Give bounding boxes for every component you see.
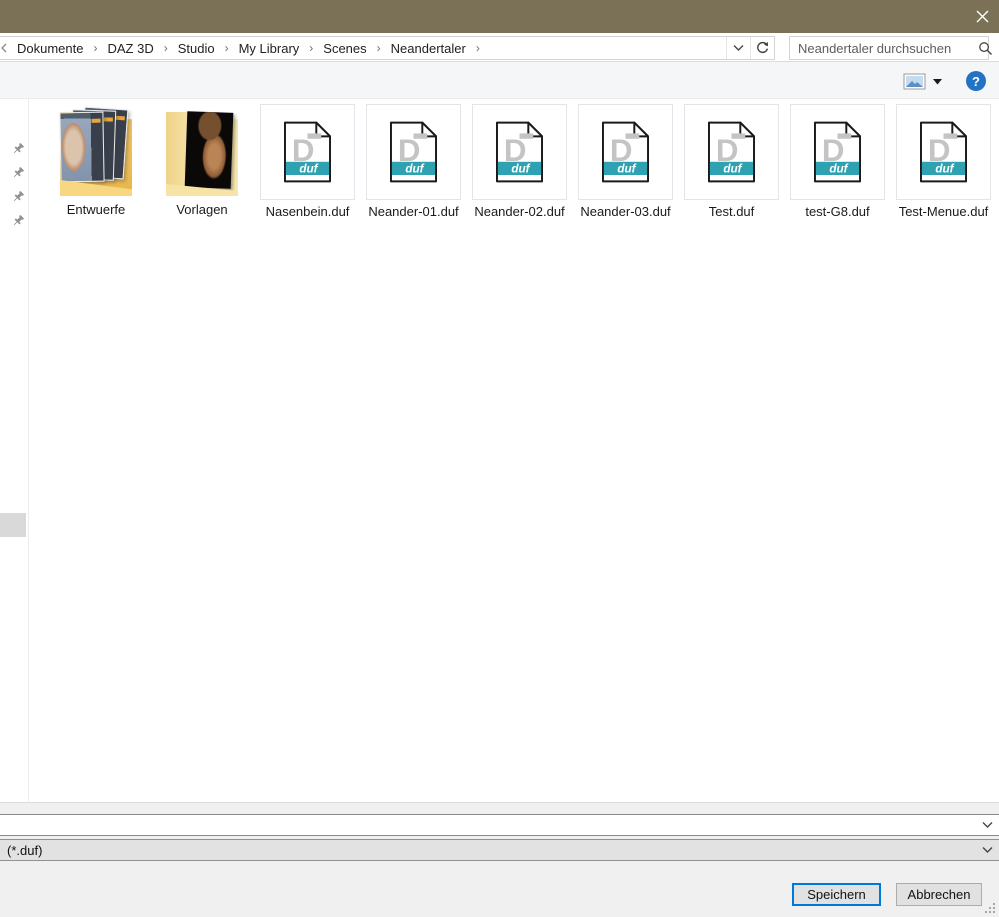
file-icon-box: D duf — [366, 104, 461, 200]
folder-icon — [160, 106, 244, 198]
cancel-button-label: Abbrechen — [907, 887, 971, 902]
close-icon — [976, 10, 988, 23]
folder-label: Entwuerfe — [66, 202, 126, 217]
chevron-down-icon — [733, 45, 744, 51]
svg-text:duf: duf — [723, 163, 742, 176]
view-mode-icon — [903, 73, 925, 90]
titlebar — [0, 0, 999, 33]
address-bar-controls — [726, 37, 774, 59]
duf-file-icon: D duf — [390, 121, 437, 183]
breadcrumb-separator[interactable]: › — [369, 41, 389, 55]
search-box — [789, 36, 993, 60]
folder-item-entwuerfe[interactable]: Entwuerfe — [46, 104, 146, 217]
nav-pane-divider — [28, 99, 29, 802]
search-icon[interactable] — [978, 41, 993, 56]
file-item[interactable]: D duf Nasenbein.duf — [260, 104, 355, 219]
breadcrumb-item[interactable]: DAZ 3D — [105, 38, 155, 59]
help-icon: ? — [972, 73, 980, 89]
chevron-down-icon — [982, 822, 992, 828]
view-mode-button[interactable] — [898, 71, 946, 92]
filename-input[interactable] — [0, 815, 974, 835]
breadcrumb: Dokumente › DAZ 3D › Studio › My Library › Scene… — [15, 38, 726, 59]
pin-icon[interactable] — [11, 214, 25, 228]
file-item[interactable]: D duf test-G8.duf — [790, 104, 885, 219]
view-dropdown-caret-icon — [932, 78, 942, 84]
svg-text:duf: duf — [935, 163, 954, 176]
duf-file-icon: D duf — [602, 121, 649, 183]
address-bar: Dokumente › DAZ 3D › Studio › My Library › Scene… — [0, 36, 775, 60]
file-icon-box: D duf — [790, 104, 885, 200]
file-icon-box: D duf — [578, 104, 673, 200]
svg-text:duf: duf — [299, 163, 318, 176]
filetype-value: (*.duf) — [7, 842, 43, 858]
file-label: Nasenbein.duf — [265, 204, 350, 219]
resize-grip[interactable] — [984, 902, 996, 914]
file-label: test-G8.duf — [805, 204, 870, 219]
search-input[interactable] — [790, 40, 978, 56]
svg-text:duf: duf — [829, 163, 848, 176]
duf-file-icon: D duf — [284, 121, 331, 183]
file-icon-box: D duf — [896, 104, 991, 200]
folder-icon — [54, 106, 138, 198]
pin-icon[interactable] — [11, 142, 25, 156]
save-dialog-window: Dokumente › DAZ 3D › Studio › My Library › Scene… — [0, 0, 999, 917]
svg-text:duf: duf — [405, 163, 424, 176]
duf-file-icon: D duf — [814, 121, 861, 183]
breadcrumb-item[interactable]: Studio — [176, 38, 217, 59]
save-button-label: Speichern — [807, 887, 866, 902]
file-label: Neander-03.duf — [580, 204, 671, 219]
file-item[interactable]: D duf Neander-03.duf — [578, 104, 673, 219]
file-icon-box: D duf — [684, 104, 779, 200]
file-item[interactable]: D duf Test.duf — [684, 104, 779, 219]
breadcrumb-item[interactable]: My Library — [237, 38, 302, 59]
breadcrumb-separator[interactable]: › — [217, 41, 237, 55]
address-row: Dokumente › DAZ 3D › Studio › My Library › Scene… — [0, 33, 999, 61]
file-item[interactable]: D duf Neander-02.duf — [472, 104, 567, 219]
file-icon-box: D duf — [472, 104, 567, 200]
file-label: Neander-01.duf — [368, 204, 459, 219]
pin-icon[interactable] — [11, 190, 25, 204]
chevron-down-icon — [982, 847, 992, 853]
file-grid: D duf Nasenbein.duf D duf Neander-01.duf… — [260, 104, 991, 219]
breadcrumb-item[interactable]: Neandertaler — [389, 38, 468, 59]
svg-text:duf: duf — [617, 163, 636, 176]
duf-file-icon: D duf — [496, 121, 543, 183]
folder-label: Vorlagen — [176, 202, 228, 217]
file-label: Test-Menue.duf — [898, 204, 989, 219]
filename-dropdown-button[interactable] — [974, 821, 999, 829]
filename-combobox — [0, 814, 999, 836]
breadcrumb-item[interactable]: Dokumente — [15, 38, 85, 59]
close-button[interactable] — [967, 0, 997, 33]
file-label: Test.duf — [708, 204, 755, 219]
toolbar: ? — [0, 61, 999, 99]
svg-text:duf: duf — [511, 163, 530, 176]
footer: (*.duf) Speichern Abbrechen — [0, 802, 999, 917]
cancel-button[interactable]: Abbrechen — [896, 883, 982, 906]
breadcrumb-separator[interactable]: › — [85, 41, 105, 55]
file-label: Neander-02.duf — [474, 204, 565, 219]
refresh-button[interactable] — [750, 37, 774, 59]
content-area: Entwuerfe Vorlagen D duf Nasenbein.duf D… — [0, 99, 999, 802]
breadcrumb-separator[interactable]: › — [468, 41, 488, 55]
pin-icon[interactable] — [11, 166, 25, 180]
help-button[interactable]: ? — [966, 71, 986, 91]
file-item[interactable]: D duf Test-Menue.duf — [896, 104, 991, 219]
duf-file-icon: D duf — [920, 121, 967, 183]
chevron-left-fragment-icon — [1, 43, 7, 53]
filetype-dropdown-button[interactable] — [974, 846, 999, 854]
breadcrumb-item[interactable]: Scenes — [321, 38, 368, 59]
refresh-icon — [757, 41, 769, 53]
breadcrumb-separator[interactable]: › — [301, 41, 321, 55]
save-button[interactable]: Speichern — [792, 883, 881, 906]
duf-file-icon: D duf — [708, 121, 755, 183]
breadcrumb-separator[interactable]: › — [156, 41, 176, 55]
nav-pane-scrollbar-thumb[interactable] — [0, 513, 26, 537]
folder-item-vorlagen[interactable]: Vorlagen — [152, 104, 252, 217]
filetype-combobox[interactable]: (*.duf) — [0, 839, 999, 861]
address-history-dropdown-button[interactable] — [726, 37, 750, 59]
file-icon-box: D duf — [260, 104, 355, 200]
file-item[interactable]: D duf Neander-01.duf — [366, 104, 461, 219]
